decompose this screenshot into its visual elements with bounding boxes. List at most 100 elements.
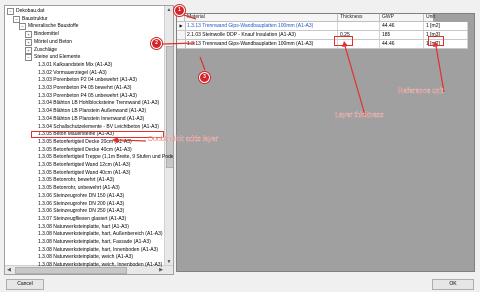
tree-item[interactable]: 1.3.05 Betonrohr, bewehrt (A1-A3) <box>31 177 164 184</box>
ok-button[interactable]: OK <box>432 279 474 290</box>
doubleclick-annotation: Doubleclick adds layer <box>148 136 219 143</box>
tree-item-label: Mörtel und Beton <box>34 38 73 45</box>
tree-item-label: Bindemittel <box>34 31 59 38</box>
gwp-cell: 44.46 <box>380 22 424 30</box>
tree-item[interactable]: 1.3.01 Kalksandstein Mix (A1-A3) <box>31 62 164 69</box>
tree-item-label: Zuschläge <box>34 46 58 53</box>
tree-item[interactable]: 1.3.05 Betonfertigteil Wand 40cm (A1-A3) <box>31 170 164 177</box>
column-header-unit[interactable]: Unit <box>424 14 468 21</box>
tree-item-label: 1.3.08 Naturwerksteinplatte, weich (A1-A… <box>38 254 134 261</box>
tree-scroll-thumb[interactable] <box>166 46 173 168</box>
tree-item[interactable]: − Dekobau.dat <box>7 8 164 15</box>
tree-item-label: 1.3.03 Porenbeton P2 04 unbewehrt (A1-A3… <box>38 77 137 84</box>
collapse-icon[interactable]: − <box>19 23 26 31</box>
tree-item[interactable]: − Mineralische Baustoffe <box>19 23 164 31</box>
tree-item-label: 1.3.08 Naturwerksteinplatte, hart, Innen… <box>38 246 159 253</box>
tree-item-label: 1.3.01 Kalksandstein Mix (A1-A3) <box>38 61 113 68</box>
tree-item-label: Mineralische Baustoffe <box>28 23 79 30</box>
tree-item[interactable]: 1.3.08 Naturwerksteinplatte, hart, Fassa… <box>31 239 164 246</box>
tree-item-label: 1.3.04 Blähton LB Hohlblocksteine Trennw… <box>38 100 160 107</box>
tree-item[interactable]: 1.3.05 Betonfertigteil Wand 12cm (A1-A3) <box>31 162 164 169</box>
tree-item[interactable]: 1.3.02 Vormauerziegel (A1-A3) <box>31 70 164 77</box>
tree-item-label: 1.3.06 Steinzeugrohre DN 200 (A1-A3) <box>38 200 125 207</box>
tree-item-label: 1.3.08 Naturwerksteinplatte, hart, Fassa… <box>38 239 151 245</box>
layer-row[interactable]: ▶ 1.3.13 Trennwand Gips-Wandbauplatten 10… <box>177 22 468 31</box>
tree-item-label: 1.3.03 Porenbeton P4 05 unbewehrt (A1-A3… <box>38 92 137 99</box>
tree-item-label: 1.3.06 Steinzeugrohre DN 150 (A1-A3) <box>38 192 125 199</box>
tree-item[interactable]: 1.3.03 Porenbeton P4 05 unbewehrt (A1-A3… <box>31 93 164 100</box>
thickness-cell[interactable] <box>338 22 380 30</box>
tree-item[interactable]: 1.3.08 Naturwerksteinplatte, hart (A1-A3… <box>31 224 164 231</box>
tree-item[interactable]: + Mörtel und Beton <box>25 38 164 46</box>
tree-item[interactable]: 1.3.08 Naturwerksteinplatte, hart, Außen… <box>31 231 164 238</box>
tree-item-label: 1.3.05 Betonrohr, bewehrt (A1-A3) <box>38 177 115 184</box>
tree-item[interactable]: − Baustruktur <box>13 15 164 23</box>
tree-item[interactable]: 1.3.04 Blähton LB Planstein Außenwand (A… <box>31 108 164 115</box>
tree-item-label: 1.3.07 Steinzeugfliesen glasiert (A1-A3) <box>38 215 127 222</box>
scroll-up-icon[interactable]: ▲ <box>165 6 173 14</box>
tree-item[interactable]: 1.3.08 Naturwerksteinplatte, weich (A1-A… <box>31 254 164 261</box>
collapse-icon[interactable]: − <box>13 15 20 23</box>
unit-highlight-box <box>428 36 444 46</box>
tree-item[interactable]: 1.3.06 Steinzeugrohre DN 250 (A1-A3) <box>31 208 164 215</box>
tree-item[interactable]: 1.3.04 Blähton LB Hohlblocksteine Trennw… <box>31 100 164 107</box>
tree-item[interactable]: 1.3.07 Steinzeugfliesen glasiert (A1-A3) <box>31 216 164 223</box>
tree-item-label: 1.3.03 Porenbeton P4 05 bewehrt (A1-A3) <box>38 85 132 91</box>
column-header-gwp[interactable]: GWP <box>380 14 424 21</box>
callout-2-badge: 2 <box>152 39 161 48</box>
tree-item[interactable]: 1.3.05 Betonrohr, unbewehrt (A1-A3) <box>31 185 164 192</box>
tree-item[interactable]: 1.3.05 Betonfertigteil Decke 20cm (A1-A3… <box>31 139 164 146</box>
expand-icon[interactable]: + <box>25 31 32 39</box>
tree-item-label: 1.3.08 Naturwerksteinplatte, hart (A1-A3… <box>38 223 129 230</box>
cancel-button[interactable]: Cancel <box>6 279 44 290</box>
unit-cell: 1 [m2] <box>424 22 468 30</box>
collapse-icon[interactable]: − <box>7 8 14 15</box>
collapse-icon[interactable]: − <box>25 54 32 62</box>
tree-item-label: Dekobau.dat <box>16 8 45 14</box>
tree-item-label: 1.3.02 Vormauerziegel (A1-A3) <box>38 69 107 76</box>
tree-item[interactable]: 1.3.06 Steinzeugrohre DN 200 (A1-A3) <box>31 201 164 208</box>
tree-item[interactable]: − Steine und Elemente <box>25 54 164 62</box>
tree-item-label: 1.3.05 Betonrohr, unbewehrt (A1-A3) <box>38 185 120 192</box>
scroll-left-icon[interactable]: ◀ <box>5 266 13 274</box>
tree-item-label: 1.3.04 Blähton LB Planstein Innenwand (A… <box>38 115 145 122</box>
layer-grid[interactable]: Material Thickness GWP Unit ▶ 1.3.13 Tren… <box>176 13 475 272</box>
tree-item-label: 1.3.04 Schallschutzelemente - BV Leichtb… <box>38 123 159 130</box>
tree-item[interactable]: 1.3.05 Beton Mauersteine (A1-A3) <box>31 131 164 139</box>
tree-item[interactable]: 1.3.08 Naturwerksteinplatte, hart, Innen… <box>31 247 164 254</box>
tree-item-label: 1.3.05 Betonfertigteil Wand 12cm (A1-A3) <box>38 162 131 168</box>
layer-row[interactable]: 1.3.13 Trennwand Gips-Wandbauplatten 100… <box>177 40 468 49</box>
tree-item-label: 1.3.08 Naturwerksteinplatte, weich, Inne… <box>38 262 163 269</box>
tree-item[interactable]: 1.3.04 Schallschutzelemente - BV Leichtb… <box>31 124 164 131</box>
tree-item[interactable]: 1.3.04 Blähton LB Planstein Innenwand (A… <box>31 116 164 123</box>
grid-header: Material Thickness GWP Unit <box>177 14 435 22</box>
dialog-window: ▲ ▼ ◀ ▶ − Dekobau.dat − Baustruktur − Mineral… <box>0 0 480 292</box>
tree-item-label: Steine und Elemente <box>34 54 81 61</box>
column-header-material[interactable]: Material <box>185 14 338 21</box>
tree-item[interactable]: + Bindemittel <box>25 31 164 39</box>
tree-item[interactable]: 1.3.08 Naturwerksteinplatte, weich, Inne… <box>31 262 164 269</box>
tree-item[interactable]: + Zuschläge <box>25 46 164 54</box>
tree-item[interactable]: 1.3.03 Porenbeton P2 04 unbewehrt (A1-A3… <box>31 77 164 84</box>
tree-item[interactable]: 1.3.03 Porenbeton P4 05 bewehrt (A1-A3) <box>31 85 164 92</box>
expand-icon[interactable]: + <box>25 38 32 46</box>
tree-item[interactable]: 1.3.06 Steinzeugrohre DN 150 (A1-A3) <box>31 193 164 200</box>
tree-item[interactable]: 1.3.05 Betonfertigteil Decke 40cm (A1-A3… <box>31 147 164 154</box>
column-header-thickness[interactable]: Thickness <box>338 14 380 21</box>
layer-thickness-annotation: Layer thickness <box>335 112 384 119</box>
expand-icon[interactable]: + <box>25 46 32 54</box>
layer-row[interactable]: 2.1.03 Steinwolle DDP - Knauf Insulation… <box>177 31 468 40</box>
tree-item[interactable]: 1.3.05 Betonfertigteil Treppe (1,1m Brei… <box>31 154 173 161</box>
